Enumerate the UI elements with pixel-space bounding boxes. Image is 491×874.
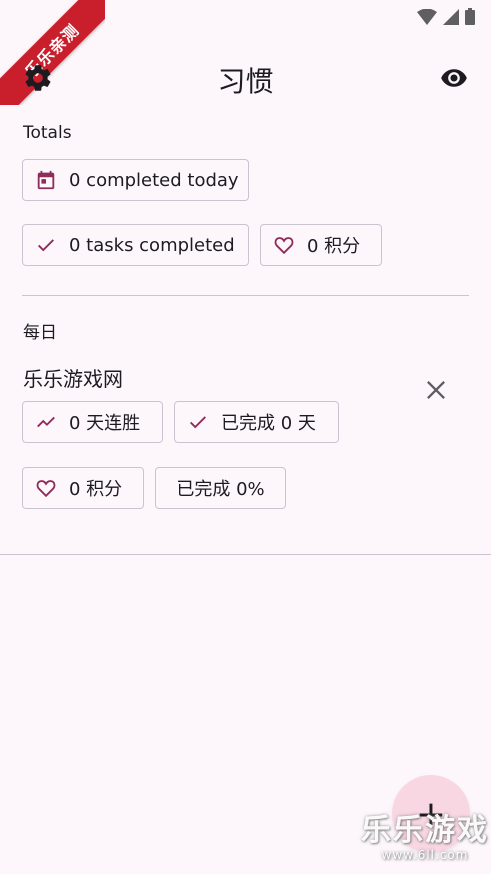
trending-up-icon (35, 411, 57, 433)
section-divider (22, 295, 469, 296)
tasks-completed-chip[interactable]: 0 tasks completed (22, 224, 249, 266)
signal-icon (443, 8, 459, 25)
streak-chip[interactable]: 0 天连胜 (22, 401, 163, 443)
app-bar: 习惯 (0, 50, 491, 106)
habit-points-label: 0 积分 (69, 479, 123, 500)
completed-days-label: 已完成 0 天 (221, 413, 316, 434)
check-icon (35, 234, 57, 256)
daily-heading: 每日 (23, 323, 57, 343)
completion-rate-label: 已完成 0% (176, 479, 265, 500)
wifi-icon (417, 8, 437, 25)
completed-today-chip[interactable]: 0 completed today (22, 159, 249, 201)
total-points-label: 0 积分 (307, 236, 361, 257)
watermark-title: 乐乐游戏 (361, 813, 489, 848)
status-bar (0, 0, 491, 34)
check-icon (187, 411, 209, 433)
total-points-chip[interactable]: 0 积分 (260, 224, 382, 266)
list-divider (0, 554, 491, 555)
watermark-url: www.6ll.com (381, 848, 469, 862)
heart-icon (35, 477, 57, 499)
battery-icon (465, 8, 475, 25)
site-watermark: 乐乐游戏 www.6ll.com (361, 813, 489, 863)
status-icons (417, 8, 475, 25)
tasks-completed-label: 0 tasks completed (69, 234, 235, 256)
totals-heading: Totals (23, 123, 72, 143)
streak-label: 0 天连胜 (69, 413, 141, 434)
completed-days-chip[interactable]: 已完成 0 天 (174, 401, 339, 443)
visibility-icon[interactable] (437, 64, 471, 92)
heart-icon (273, 234, 295, 256)
close-icon[interactable] (422, 376, 450, 404)
completed-today-label: 0 completed today (69, 169, 239, 191)
completion-rate-chip[interactable]: 已完成 0% (155, 467, 286, 509)
calendar-icon (35, 169, 57, 191)
page-title: 习惯 (217, 65, 274, 98)
habit-points-chip[interactable]: 0 积分 (22, 467, 144, 509)
habit-name: 乐乐游戏网 (23, 367, 123, 391)
